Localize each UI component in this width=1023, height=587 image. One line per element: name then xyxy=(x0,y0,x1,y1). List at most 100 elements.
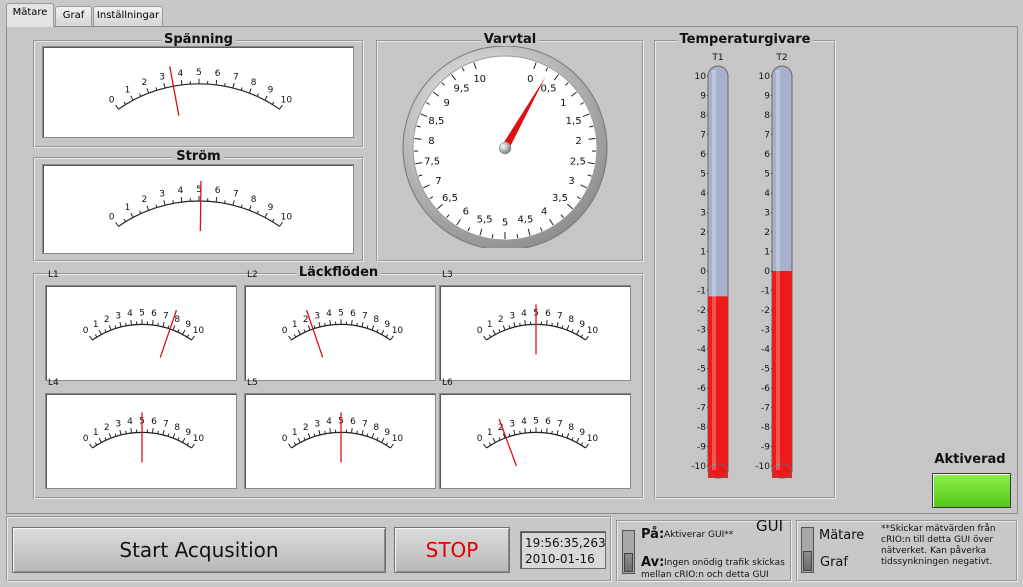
leak6-tick xyxy=(488,442,492,446)
thermo-scale-label: 5 xyxy=(764,170,770,180)
voltage-tick-label: 4 xyxy=(178,69,184,79)
leak5-tick xyxy=(293,442,297,446)
leak5-tick xyxy=(329,428,331,434)
leak-meter-5: 012345678910 xyxy=(244,393,436,489)
thermo-scale-label: 0 xyxy=(700,267,706,277)
voltage-tick xyxy=(180,79,183,85)
thermo-scale-label: -10 xyxy=(691,462,706,472)
leak2-arc xyxy=(291,323,391,341)
start-acquisition-button[interactable]: Start Acqusition xyxy=(12,527,386,573)
voltage-tick xyxy=(224,83,226,87)
voltage-tick xyxy=(232,82,235,89)
leak4-tick-label: 2 xyxy=(104,423,110,433)
current-tick-label: 1 xyxy=(125,203,131,213)
leak1-tick xyxy=(104,329,107,333)
thermo-bulb-T2 xyxy=(771,463,793,479)
thermo-scale-label: -1 xyxy=(761,287,770,297)
leak4-tick xyxy=(157,430,159,434)
leak1-tick xyxy=(152,320,154,326)
rpm-tick-label: 9 xyxy=(443,98,449,109)
activated-label: Aktiverad xyxy=(934,452,1006,467)
thermo-scale-label: 4 xyxy=(700,189,706,199)
leak3-tick-label: 10 xyxy=(587,326,599,336)
rpm-tick xyxy=(516,234,519,239)
leak5-tick-label: 3 xyxy=(314,419,320,429)
leak4-tick xyxy=(186,442,190,446)
leak1-tick xyxy=(130,320,132,326)
leak3-tick xyxy=(571,329,574,333)
thermo-scale-label: -6 xyxy=(761,384,770,394)
note-line-4: tidssynkningen negativt. xyxy=(881,557,993,567)
leak3-tick xyxy=(519,322,521,326)
current-title: Ström xyxy=(173,149,224,164)
leak6-tick xyxy=(498,437,501,441)
leak-meter-1: 0 1 2 3 4 5 6 7 8 9 10 xyxy=(45,285,237,381)
thermo-scale-label: -2 xyxy=(761,306,770,316)
tab-installningar[interactable]: Inställningar xyxy=(93,6,163,26)
leak4-tick-label: 0 xyxy=(83,434,89,444)
leak4-tick-label: 1 xyxy=(93,428,99,438)
leak3-tick xyxy=(488,334,492,338)
leak4-tick xyxy=(177,437,180,441)
leak2-tick xyxy=(356,322,358,326)
gui-toggle-switch[interactable] xyxy=(622,530,635,574)
leak6-tick-label: 5 xyxy=(533,416,539,426)
mode-toggle-switch[interactable] xyxy=(801,527,814,573)
tab-graf[interactable]: Graf xyxy=(55,6,92,26)
stop-button[interactable]: STOP xyxy=(394,527,510,573)
rpm-gauge: 0 0,511,5 2 2,5 33,5 4 4,5 5 5,5 6 6,57 7,5 8 8,5 9 9,5… xyxy=(402,46,608,248)
leak-meter-label-2: L2 xyxy=(247,270,258,280)
leak5-tick xyxy=(324,430,326,434)
voltage-tick xyxy=(271,101,275,105)
leak3-tick xyxy=(576,329,580,335)
leak6-tick-label: 1 xyxy=(487,428,493,438)
thermo-scale-label: -5 xyxy=(761,365,770,375)
voltage-tick xyxy=(279,104,283,110)
voltage-tick xyxy=(115,104,119,110)
thermo-scale-label: 2 xyxy=(764,228,770,238)
current-tick-label: 7 xyxy=(233,190,239,200)
leak1-tick xyxy=(186,334,190,338)
rpm-tick-label: 3 xyxy=(568,176,574,187)
thermo-scale-label: -3 xyxy=(697,326,706,336)
thermo-scale-label: -10 xyxy=(755,462,770,472)
voltage-tick xyxy=(248,88,252,94)
leak6-tick xyxy=(571,437,574,441)
voltage-tick xyxy=(139,93,142,97)
rpm-tick-label: 2,5 xyxy=(570,156,586,167)
leak2-tick-label: 5 xyxy=(338,308,344,318)
leak3-tick xyxy=(498,329,501,333)
thermo-scale-label: 2 xyxy=(700,228,706,238)
tab-matare[interactable]: Mätare xyxy=(6,3,54,27)
leak5-tick xyxy=(385,442,389,446)
leak1-tick-label: 10 xyxy=(193,326,205,336)
thermo-scale-label: -9 xyxy=(761,443,770,453)
leak2-tick-label: 3 xyxy=(314,311,320,321)
leak4-tick xyxy=(162,429,165,436)
leak6-tick-label: 9 xyxy=(579,428,585,438)
rpm-tick-label: 1,5 xyxy=(566,116,582,127)
note-line-2: cRIO:n till detta GUI över xyxy=(881,535,994,545)
gui-toggle-lever xyxy=(624,553,633,572)
leak4-tick xyxy=(172,433,176,439)
thermo-scale-label: 9 xyxy=(700,92,706,102)
current-tick-label: 6 xyxy=(215,186,221,196)
current-tick-label: 8 xyxy=(251,195,257,205)
thermo-scale-label: -5 xyxy=(697,365,706,375)
thermo-fill-T2 xyxy=(772,271,792,478)
leak4-tick xyxy=(152,428,154,434)
current-tick xyxy=(130,212,134,218)
leak4-tick xyxy=(108,433,112,439)
gui-on-label: På: xyxy=(641,527,665,542)
rpm-tick-label: 5,5 xyxy=(477,215,493,226)
current-tick xyxy=(224,200,226,204)
leak2-tick xyxy=(361,321,364,328)
leak3-tick xyxy=(492,329,496,335)
leak-meter-3: 012345678910 xyxy=(439,285,631,381)
leak3-tick xyxy=(585,335,589,341)
leak4-tick xyxy=(104,437,107,441)
leak5-tick xyxy=(303,437,306,441)
leak4-tick-label: 3 xyxy=(115,419,121,429)
leak6-tick-label: 4 xyxy=(521,417,527,427)
current-tick xyxy=(248,205,252,211)
